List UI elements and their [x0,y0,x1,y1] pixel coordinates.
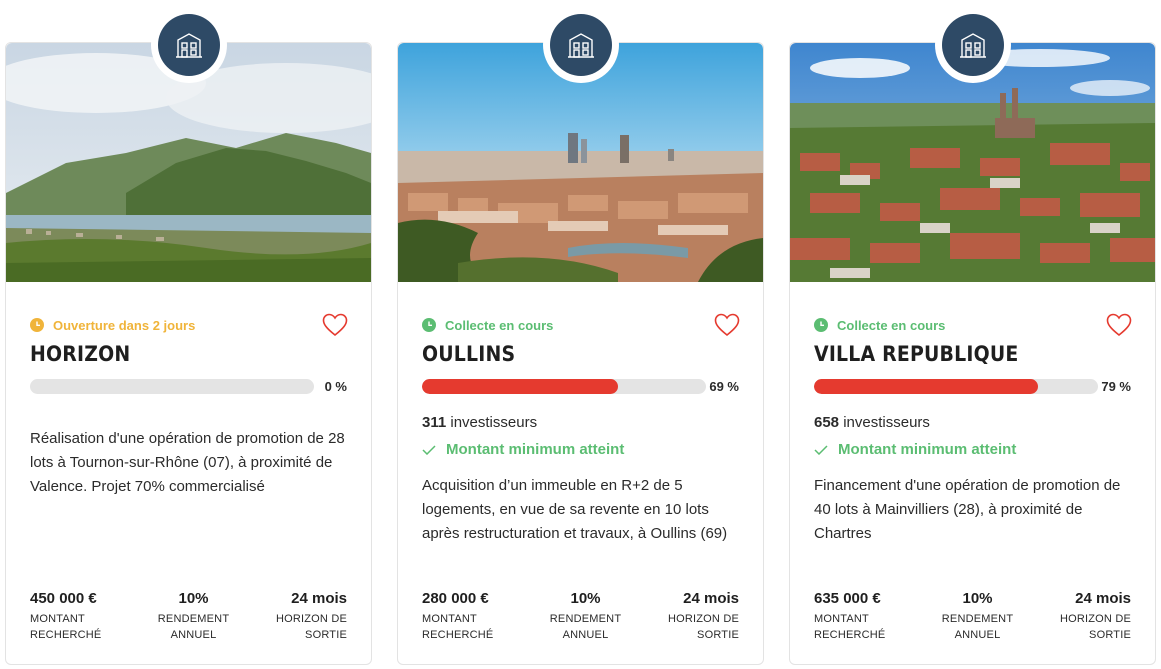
investors-label: investisseurs [843,414,930,431]
building-badge [543,7,619,83]
stat-value: 24 mois [683,590,739,607]
progress-track [422,378,706,394]
stat-horizon: 24 mois HORIZON DE SORTIE [639,589,739,643]
project-title[interactable]: HORIZON [30,342,347,366]
project-title[interactable]: VILLA REPUBLIQUE [814,342,1131,366]
minimum-reached: Montant minimum atteint [422,441,739,458]
progress-fill [814,378,1039,394]
stat-label: SORTIE [1089,629,1131,641]
funding-progress: 79 % [814,378,1131,394]
stat-label: RECHERCHÉ [814,629,886,641]
stat-value: 24 mois [1075,590,1131,607]
stat-horizon: 24 mois HORIZON DE SORTIE [1031,589,1131,643]
minimum-reached-text: Montant minimum atteint [446,441,625,458]
stat-amount: 635 000 € MONTANT RECHERCHÉ [814,589,924,643]
project-description: Financement d'une opération de promotion… [814,477,1121,542]
stat-value: 10% [570,590,601,607]
stat-label: RENDEMENT [941,613,1014,625]
stat-amount: 280 000 € MONTANT RECHERCHÉ [422,589,532,643]
stat-label: HORIZON DE [275,613,347,625]
stat-value: 10% [178,590,209,607]
project-description: Réalisation d'une opération de promotion… [30,430,345,495]
minimum-reached-text: Montant minimum atteint [838,441,1017,458]
building-badge [935,7,1011,83]
stat-value: 280 000 € [422,590,489,607]
status-badge: Collecte en cours [422,315,739,335]
stat-value: 10% [962,590,993,607]
stat-label: SORTIE [305,629,347,641]
stat-label: MONTANT [422,613,477,625]
building-icon [568,33,594,58]
clock-icon [30,318,44,332]
clock-icon [422,318,436,332]
progress-fill [422,378,618,394]
investors-count: 311 investisseurs [422,414,739,431]
check-icon [814,444,828,455]
building-icon [960,33,986,58]
investors-number: 658 [814,414,840,431]
stat-amount: 450 000 € MONTANT RECHERCHÉ [30,589,140,643]
stat-value: 450 000 € [30,590,97,607]
progress-track [30,378,314,394]
project-stats: 280 000 € MONTANT RECHERCHÉ 10% RENDEMEN… [422,589,739,643]
stat-label: HORIZON DE [1059,613,1131,625]
stat-yield: 10% RENDEMENT ANNUEL [541,589,631,643]
status-badge: Ouverture dans 2 jours [30,315,347,335]
stat-yield: 10% RENDEMENT ANNUEL [933,589,1023,643]
investors-count: 658 investisseurs [814,414,1131,431]
funding-progress: 0 % [30,378,347,394]
building-badge [151,7,227,83]
stat-value: 635 000 € [814,590,881,607]
progress-track [814,378,1098,394]
minimum-reached: Montant minimum atteint [814,441,1131,458]
project-stats: 450 000 € MONTANT RECHERCHÉ 10% RENDEMEN… [30,589,347,643]
stat-label: HORIZON DE [667,613,739,625]
favorite-heart-icon[interactable] [1106,313,1132,337]
status-text: Ouverture dans 2 jours [53,317,196,333]
stat-label: ANNUEL [562,629,609,641]
project-title[interactable]: OULLINS [422,342,739,366]
progress-percent: 69 % [709,378,739,394]
project-stats: 635 000 € MONTANT RECHERCHÉ 10% RENDEMEN… [814,589,1131,643]
stat-horizon: 24 mois HORIZON DE SORTIE [247,589,347,643]
project-description: Acquisition d’un immeuble en R+2 de 5 lo… [422,477,728,542]
investors-label: investisseurs [450,414,538,431]
status-badge: Collecte en cours [814,315,1131,335]
stat-label: ANNUEL [170,629,217,641]
stat-label: RENDEMENT [549,613,622,625]
investors-number: 311 [422,414,447,431]
stat-label: SORTIE [697,629,739,641]
progress-percent: 0 % [324,378,347,394]
project-card-horizon[interactable]: Ouverture dans 2 jours HORIZON 0 % Réali… [5,7,372,665]
building-icon [176,33,202,58]
project-card-oullins[interactable]: Collecte en cours OULLINS 69 % 311 inves… [397,7,764,665]
check-icon [422,444,436,455]
stat-label: RENDEMENT [157,613,230,625]
stat-label: MONTANT [30,613,85,625]
stat-label: MONTANT [814,613,869,625]
project-cards-grid: Ouverture dans 2 jours HORIZON 0 % Réali… [0,0,1161,669]
stat-value: 24 mois [291,590,347,607]
stat-label: RECHERCHÉ [422,629,494,641]
stat-yield: 10% RENDEMENT ANNUEL [149,589,239,643]
stat-label: ANNUEL [954,629,1001,641]
stat-label: RECHERCHÉ [30,629,102,641]
status-text: Collecte en cours [445,317,554,333]
status-text: Collecte en cours [837,317,946,333]
funding-progress: 69 % [422,378,739,394]
progress-percent: 79 % [1101,378,1131,394]
favorite-heart-icon[interactable] [322,313,348,337]
favorite-heart-icon[interactable] [714,313,740,337]
clock-icon [814,318,828,332]
project-card-villa-republique[interactable]: Collecte en cours VILLA REPUBLIQUE 79 % … [789,7,1156,665]
